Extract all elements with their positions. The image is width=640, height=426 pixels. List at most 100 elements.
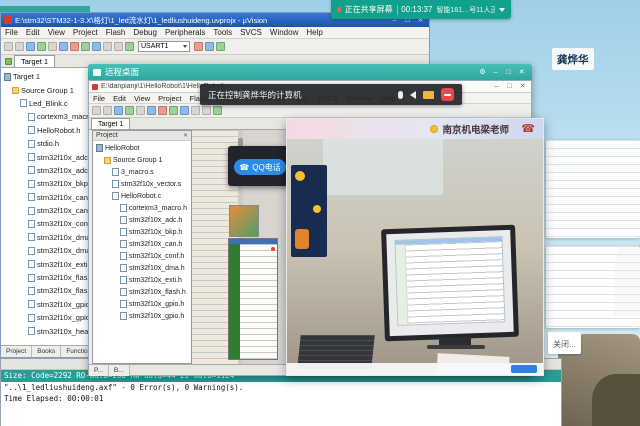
remote-minimize-button[interactable] xyxy=(490,67,501,77)
tree-item[interactable]: stm32f10x_conf.h xyxy=(1,217,97,230)
tree-item[interactable]: cortexm3_macro.h xyxy=(93,202,191,214)
toolbar-icon[interactable] xyxy=(4,42,13,51)
tree-item[interactable]: Target 1 xyxy=(1,70,97,83)
microphone-icon[interactable] xyxy=(398,91,403,99)
menu-item[interactable]: Project xyxy=(69,28,102,37)
tree-item[interactable]: stm32f10x_gpio.h xyxy=(1,311,97,324)
tree-item[interactable]: stm32f10x_exti.h xyxy=(93,274,191,286)
toolbar-icon[interactable] xyxy=(180,106,189,115)
toolbar-icon[interactable] xyxy=(59,42,68,51)
remote-maximize-button[interactable] xyxy=(503,67,514,77)
menu-item[interactable]: Help xyxy=(302,28,326,37)
tree-item[interactable]: HelloRobot.c xyxy=(93,190,191,202)
toolbar-icon[interactable] xyxy=(81,42,90,51)
tree-item[interactable]: stm32f10x_can.c xyxy=(1,191,97,204)
settings-icon[interactable] xyxy=(477,67,488,77)
toolbar-icon[interactable] xyxy=(147,106,156,115)
panel-tab[interactable]: P... xyxy=(89,365,109,376)
close-share-button[interactable]: 关闭... xyxy=(548,332,581,354)
tree-item[interactable]: stm32f10x_can.h xyxy=(93,238,191,250)
remote-close-button[interactable] xyxy=(516,67,527,77)
toolbar-icon[interactable] xyxy=(191,106,200,115)
remote-title-bar[interactable]: 远程桌面 xyxy=(88,64,532,80)
tree-item[interactable]: HelloRobot.h xyxy=(1,124,97,137)
tree-item[interactable]: stm32f10x_gpio.c xyxy=(1,298,97,311)
toolbar-icon[interactable] xyxy=(48,42,57,51)
toolbar-icon[interactable] xyxy=(114,106,123,115)
tree-item[interactable]: stm32f10x_dma.c xyxy=(1,231,97,244)
flag-icon[interactable] xyxy=(5,58,12,65)
menu-item[interactable]: Edit xyxy=(109,94,130,103)
toolbar-icon[interactable] xyxy=(92,106,101,115)
toolbar-icon[interactable] xyxy=(125,42,134,51)
tree-item[interactable]: stm32f10x_adc.h xyxy=(93,214,191,226)
tree-item[interactable]: Source Group 1 xyxy=(93,154,191,166)
remote-project-panel-header[interactable]: Project xyxy=(93,131,191,141)
toolbar-icon[interactable] xyxy=(70,42,79,51)
speaker-icon[interactable] xyxy=(410,91,416,99)
panel-tab[interactable]: Books xyxy=(32,346,61,357)
tab-target-1[interactable]: Target 1 xyxy=(91,118,130,129)
menu-item[interactable]: File xyxy=(89,94,109,103)
tree-item[interactable]: stm32f10x_flash.h xyxy=(93,286,191,298)
tree-item[interactable]: stm32f10x_conf.h xyxy=(93,250,191,262)
inner-maximize-button[interactable] xyxy=(504,82,515,92)
chevron-down-icon[interactable] xyxy=(499,8,505,12)
end-control-button[interactable] xyxy=(441,88,454,101)
toolbar-icon[interactable] xyxy=(37,42,46,51)
video-action-button[interactable] xyxy=(511,365,537,373)
tree-item[interactable]: stm32f10x_bkp.h xyxy=(93,226,191,238)
video-feed[interactable] xyxy=(287,139,543,375)
menu-item[interactable]: SVCS xyxy=(236,28,266,37)
tree-item[interactable]: stm32f10x_bkp.c xyxy=(1,177,97,190)
toolbar-icon[interactable] xyxy=(202,106,211,115)
inner-minimize-button[interactable] xyxy=(491,82,502,92)
menu-item[interactable]: Debug xyxy=(129,28,161,37)
tree-item[interactable]: stm32f10x_adc.c xyxy=(1,150,97,163)
menu-item[interactable]: File xyxy=(1,28,22,37)
tree-item[interactable]: cortexm3_macro.h xyxy=(1,110,97,123)
tree-item[interactable]: stm32f10x_flash.c xyxy=(1,271,97,284)
tree-item[interactable]: stm32f10x_gpio.h xyxy=(93,310,191,322)
menu-item[interactable]: Window xyxy=(266,28,302,37)
menu-item[interactable]: Peripherals xyxy=(161,28,209,37)
video-call-header[interactable]: 南京机电梁老师 xyxy=(287,119,543,139)
panel-tab[interactable]: B... xyxy=(109,365,130,376)
menu-item[interactable]: View xyxy=(44,28,69,37)
tree-item[interactable]: stm32f10x_exti.h xyxy=(1,257,97,270)
menu-item[interactable]: Edit xyxy=(22,28,44,37)
toolbar-icon[interactable] xyxy=(15,42,24,51)
tree-item[interactable]: HelloRobot xyxy=(93,142,191,154)
call-phone-icon[interactable] xyxy=(521,122,535,135)
menu-item[interactable]: Project xyxy=(154,94,185,103)
qq-call-button[interactable]: QQ电话 xyxy=(234,159,286,175)
toolbar-icon[interactable] xyxy=(213,106,222,115)
tree-item[interactable]: stm32f10x_can.h xyxy=(1,204,97,217)
toolbar-icon[interactable] xyxy=(216,42,225,51)
toolbar-icon[interactable] xyxy=(125,106,134,115)
tree-item[interactable]: stm32f10x_flash.h xyxy=(1,284,97,297)
inner-close-button[interactable] xyxy=(517,82,528,92)
build-output-body[interactable]: Size: Code=2292 RO-data=268 RW-data=44 Z… xyxy=(1,370,561,426)
tree-item[interactable]: stm32f10x_gpio.h xyxy=(93,298,191,310)
toolbar-icon[interactable] xyxy=(136,106,145,115)
toolbar-icon[interactable] xyxy=(205,42,214,51)
toolbar-icon[interactable] xyxy=(103,42,112,51)
toolbar-icon[interactable] xyxy=(169,106,178,115)
target-select[interactable]: USART1 xyxy=(138,41,190,52)
toolbar-icon[interactable] xyxy=(114,42,123,51)
panel-tab[interactable]: Project xyxy=(1,346,32,357)
tree-item[interactable]: 3_macro.s xyxy=(93,166,191,178)
tree-item[interactable]: stm32f10x_dma.h xyxy=(1,244,97,257)
menu-item[interactable]: View xyxy=(130,94,154,103)
toolbar-icon[interactable] xyxy=(92,42,101,51)
screen-share-icon[interactable] xyxy=(423,91,434,99)
menu-item[interactable]: Flash xyxy=(102,28,130,37)
menu-item[interactable]: Tools xyxy=(209,28,236,37)
tree-item[interactable]: stm32f10x_dma.h xyxy=(93,262,191,274)
tree-item[interactable]: stdio.h xyxy=(1,137,97,150)
toolbar-icon[interactable] xyxy=(26,42,35,51)
tree-item[interactable]: stm32f10x_heads.h xyxy=(1,324,97,337)
tree-item[interactable]: Source Group 1 xyxy=(1,83,97,96)
toolbar-icon[interactable] xyxy=(194,42,203,51)
